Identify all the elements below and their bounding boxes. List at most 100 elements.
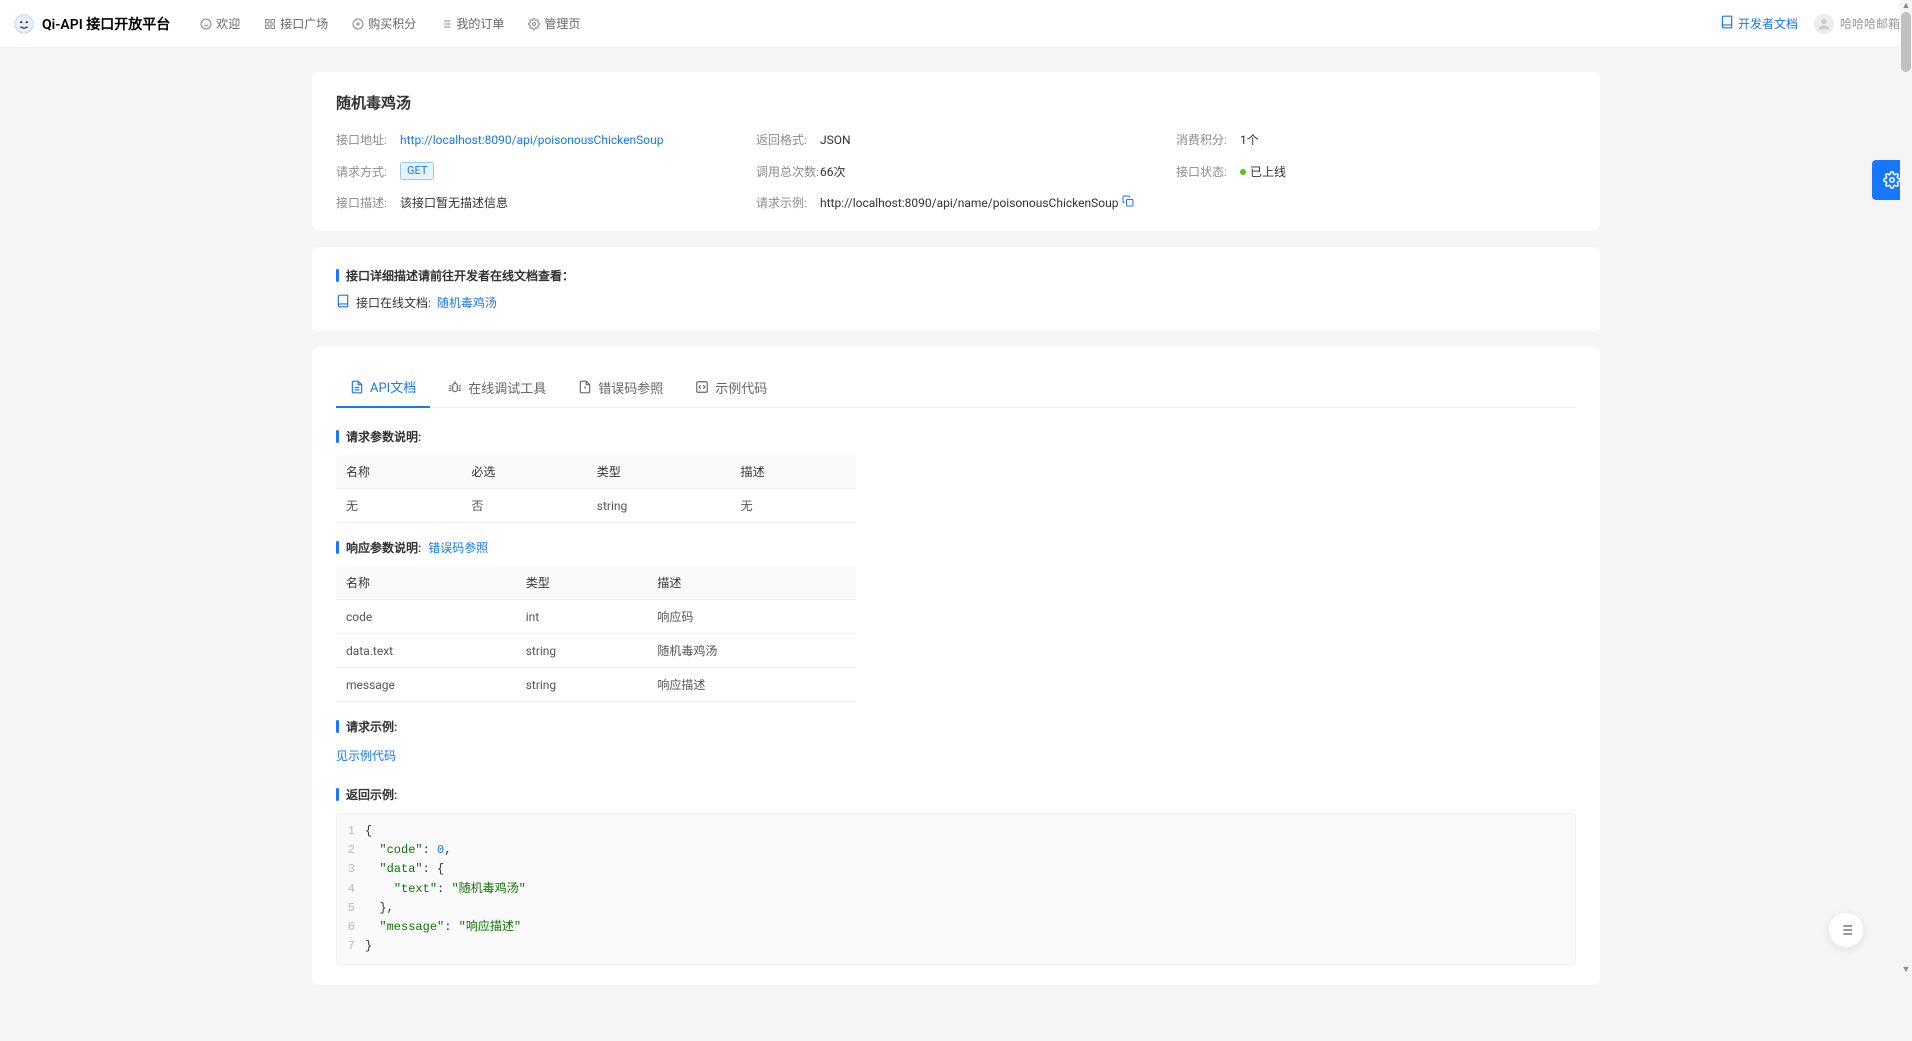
page-title: 随机毒鸡汤 — [336, 92, 1576, 113]
table-cell: 随机毒鸡汤 — [647, 634, 856, 668]
tab-sample-code[interactable]: 示例代码 — [681, 367, 781, 407]
method-tag: GET — [400, 162, 434, 180]
line-content: "text": "随机毒鸡汤" — [365, 880, 526, 899]
toc-fab[interactable] — [1828, 912, 1864, 948]
error-code-link[interactable]: 错误码参照 — [428, 541, 488, 555]
table-cell: 否 — [461, 489, 586, 523]
info-url: 接口地址: http://localhost:8090/api/poisonou… — [336, 131, 736, 148]
see-sample-code-link[interactable]: 见示例代码 — [336, 747, 396, 764]
code-line: 1{ — [337, 822, 1575, 841]
table-header-cell: 名称 — [336, 455, 461, 489]
table-cell: string — [516, 668, 648, 702]
resp-params-table: 名称类型描述 codeint响应码data.textstring随机毒鸡汤mes… — [336, 566, 856, 702]
nav-item-orders[interactable]: 我的订单 — [430, 9, 514, 38]
table-header-cell: 描述 — [647, 566, 856, 600]
settings-icon — [528, 18, 540, 30]
response-code-block: 1{2 "code": 0,3 "data": {4 "text": "随机毒鸡… — [336, 813, 1576, 965]
info-grid: 接口地址: http://localhost:8090/api/poisonou… — [336, 131, 1576, 211]
nav-item-purchase[interactable]: 购买积分 — [342, 9, 426, 38]
header-right: 开发者文档 哈哈哈邮箱 — [1720, 14, 1900, 34]
line-content: }, — [365, 899, 394, 918]
resp-params-heading-text: 响应参数说明: — [346, 541, 421, 555]
table-header-row: 名称必选类型描述 — [336, 455, 856, 489]
line-number: 3 — [337, 860, 365, 879]
info-req-example: 请求示例: http://localhost:8090/api/name/poi… — [756, 194, 1576, 211]
info-method: 请求方式: GET — [336, 162, 736, 180]
nav-item-admin[interactable]: 管理页 — [518, 9, 590, 38]
resp-example-heading: 返回示例: — [336, 786, 1576, 803]
tab-label: 错误码参照 — [598, 378, 663, 397]
table-cell: 无 — [336, 489, 461, 523]
table-cell: int — [516, 600, 648, 634]
table-header-cell: 名称 — [336, 566, 516, 600]
info-value: 已上线 — [1240, 163, 1286, 180]
table-header-cell: 类型 — [587, 455, 731, 489]
info-cost: 消费积分: 1个 — [1176, 131, 1576, 148]
line-number: 7 — [337, 937, 365, 956]
doc-link-row: 接口在线文档: 随机毒鸡汤 — [336, 294, 1576, 311]
scrollbar-thumb[interactable] — [1901, 12, 1911, 72]
user-badge[interactable]: 哈哈哈邮箱 — [1814, 14, 1900, 34]
table-cell: string — [587, 489, 731, 523]
tab-error-codes[interactable]: 错误码参照 — [564, 367, 677, 407]
info-value: JSON — [820, 133, 851, 147]
nav-item-marketplace[interactable]: 接口广场 — [254, 9, 338, 38]
line-number: 1 — [337, 822, 365, 841]
info-value[interactable]: http://localhost:8090/api/poisonousChick… — [400, 133, 663, 147]
app-logo[interactable]: Qi-API 接口开放平台 — [12, 12, 170, 36]
info-card: 随机毒鸡汤 接口地址: http://localhost:8090/api/po… — [312, 72, 1600, 231]
info-label: 接口描述: — [336, 194, 400, 211]
table-header-cell: 描述 — [731, 455, 856, 489]
tab-api-doc[interactable]: API文档 — [336, 367, 430, 408]
code-line: 4 "text": "随机毒鸡汤" — [337, 880, 1575, 899]
scroll-down-arrow-icon[interactable]: ▼ — [1900, 964, 1912, 976]
table-header-row: 名称类型描述 — [336, 566, 856, 600]
info-label: 消费积分: — [1176, 131, 1240, 148]
scroll-up-arrow-icon[interactable]: ▲ — [1900, 0, 1912, 12]
smile-icon — [200, 18, 212, 30]
tab-label: 示例代码 — [715, 378, 767, 397]
scrollbar[interactable]: ▲ ▼ — [1900, 0, 1912, 976]
code-line: 2 "code": 0, — [337, 841, 1575, 860]
info-value: 66次 — [820, 163, 846, 180]
table-cell: code — [336, 600, 516, 634]
list-icon — [1838, 922, 1854, 938]
doc-link-label: 接口在线文档: — [356, 294, 431, 311]
info-label: 请求方式: — [336, 163, 400, 180]
code-icon — [695, 380, 709, 394]
book-icon — [1720, 15, 1734, 32]
info-value: 该接口暂无描述信息 — [400, 194, 508, 211]
plus-circle-icon — [352, 18, 364, 30]
status-dot-icon — [1240, 169, 1246, 175]
table-row: codeint响应码 — [336, 600, 856, 634]
req-params-heading: 请求参数说明: — [336, 428, 1576, 445]
tab-debug-tool[interactable]: 在线调试工具 — [434, 367, 560, 407]
logo-icon — [12, 12, 36, 36]
doc-online-link[interactable]: 随机毒鸡汤 — [437, 294, 497, 311]
doc-link-card: 接口详细描述请前往开发者在线文档查看： 接口在线文档: 随机毒鸡汤 — [312, 247, 1600, 331]
dev-docs-link[interactable]: 开发者文档 — [1720, 15, 1798, 32]
line-number: 6 — [337, 918, 365, 937]
info-label: 请求示例: — [756, 194, 820, 211]
bug-icon — [448, 380, 462, 394]
code-line: 7} — [337, 937, 1575, 956]
tabs: API文档 在线调试工具 错误码参照 示例代码 — [336, 367, 1576, 408]
username: 哈哈哈邮箱 — [1840, 15, 1900, 32]
app-title: Qi-API 接口开放平台 — [42, 14, 170, 34]
line-content: { — [365, 822, 372, 841]
table-cell: data.text — [336, 634, 516, 668]
code-line: 3 "data": { — [337, 860, 1575, 879]
line-number: 4 — [337, 880, 365, 899]
app-header: Qi-API 接口开放平台 欢迎 接口广场 购买积分 我的订单 管理页 开发者文… — [0, 0, 1912, 48]
table-row: messagestring响应描述 — [336, 668, 856, 702]
table-cell: 无 — [731, 489, 856, 523]
table-cell: message — [336, 668, 516, 702]
gear-icon — [1883, 171, 1901, 189]
nav-item-welcome[interactable]: 欢迎 — [190, 9, 250, 38]
nav-label: 购买积分 — [368, 15, 416, 32]
line-content: "code": 0, — [365, 841, 451, 860]
copy-icon[interactable] — [1122, 195, 1134, 210]
list-icon — [440, 18, 452, 30]
table-header-cell: 类型 — [516, 566, 648, 600]
info-status: 接口状态: 已上线 — [1176, 162, 1576, 180]
